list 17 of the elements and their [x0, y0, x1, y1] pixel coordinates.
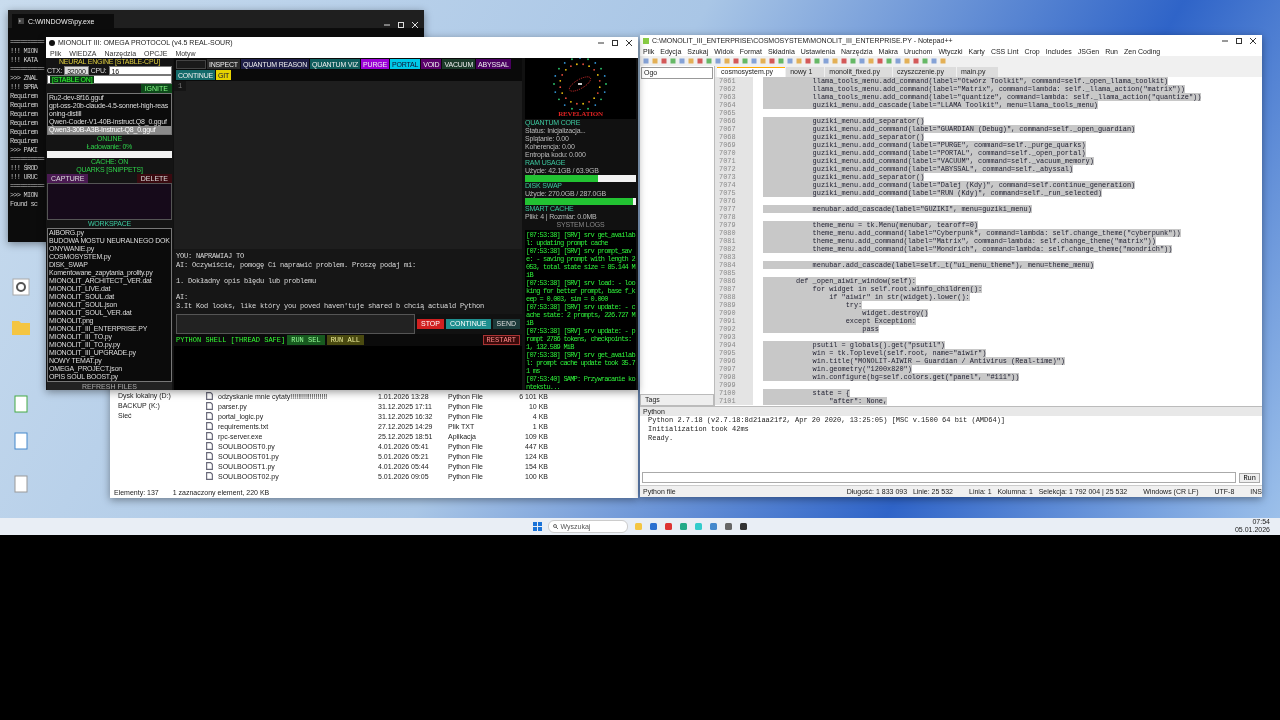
maximize-icon[interactable] — [1236, 37, 1242, 44]
minimize-icon[interactable] — [1222, 37, 1228, 44]
windows-logo-icon[interactable] — [532, 522, 542, 531]
minimize-icon[interactable] — [384, 22, 390, 28]
chat-input[interactable] — [176, 313, 416, 334]
terminal-icon — [18, 18, 24, 24]
notepad-icon — [643, 37, 649, 44]
maximize-icon[interactable] — [612, 39, 618, 46]
folder-icon[interactable] — [10, 318, 32, 336]
close-icon[interactable] — [1250, 37, 1256, 44]
search-field[interactable] — [176, 59, 206, 69]
minimize-icon[interactable] — [598, 39, 604, 46]
snippet-list[interactable] — [47, 183, 172, 220]
console-input[interactable] — [642, 472, 1237, 483]
search-icon — [552, 524, 558, 529]
close-icon[interactable] — [626, 39, 632, 46]
app-icon — [49, 39, 55, 46]
